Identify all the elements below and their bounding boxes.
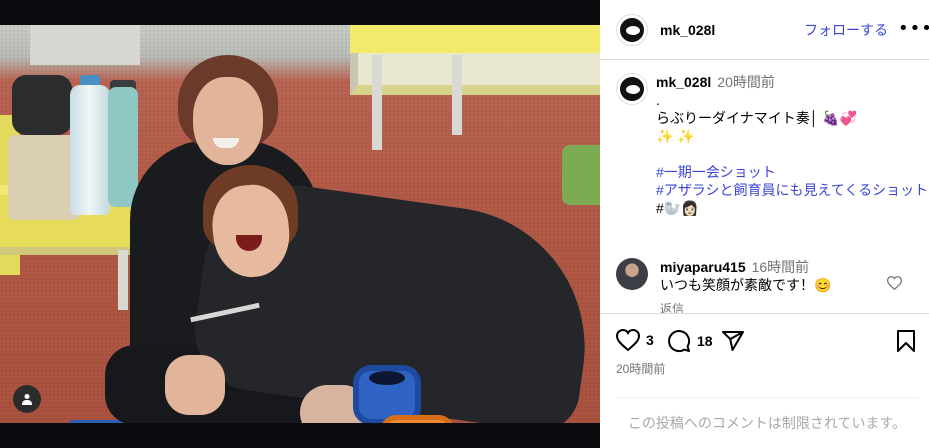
hashtag-1[interactable]: #一期一会ショット xyxy=(656,163,921,181)
commenter-username[interactable]: miyaparu415 xyxy=(660,259,746,275)
like-count: 3 xyxy=(646,332,654,348)
caption-username[interactable]: mk_028l xyxy=(656,74,711,90)
flask xyxy=(108,87,138,207)
reply-button[interactable]: 返信 xyxy=(660,300,684,313)
water-bottle xyxy=(70,85,110,215)
comment-time: 16時間前 xyxy=(751,259,810,275)
comment-like-heart-icon[interactable] xyxy=(887,276,902,290)
caption-line-1: らぶりーダイナマイト奏│ 🍇💞 xyxy=(656,110,858,126)
green-bag xyxy=(562,145,600,205)
background-equipment xyxy=(30,25,140,65)
caption-line-2: ✨ ✨ xyxy=(656,128,695,144)
author-username[interactable]: mk_028l xyxy=(660,22,715,38)
hashtag-3[interactable]: #🦭👩🏻 xyxy=(656,199,921,217)
post-header: mk_028l フォローする ••• xyxy=(600,0,929,60)
like-button[interactable]: 3 xyxy=(616,329,654,351)
caption-avatar[interactable] xyxy=(616,73,648,105)
post-time[interactable]: 20時間前 xyxy=(616,360,665,377)
more-icon[interactable]: ••• xyxy=(898,18,929,39)
save-button[interactable] xyxy=(896,329,916,353)
instagram-post-dialog: mk_028l フォローする ••• mk_028l 20時間前 . らぶりーダイ… xyxy=(0,0,929,448)
bookmark-icon xyxy=(897,330,915,352)
user-tag-icon xyxy=(22,394,32,405)
follow-button[interactable]: フォローする xyxy=(804,20,888,40)
caption-time: 20時間前 xyxy=(717,74,775,90)
orange-foam-roller xyxy=(380,415,455,423)
post-sidebar: mk_028l フォローする ••• mk_028l 20時間前 . らぶりーダイ… xyxy=(600,0,929,448)
comments-disabled-notice: この投稿へのコメントは制限されています。 xyxy=(616,397,918,448)
post-photo xyxy=(0,25,600,423)
commenter-avatar[interactable] xyxy=(616,258,648,290)
heart-icon xyxy=(616,329,640,351)
comment-icon xyxy=(668,330,691,353)
comment-text: いつも笑顔が素敵です！😊 xyxy=(660,277,832,293)
hashtag-2[interactable]: #アザラシと飼育員にも見えてくるショット xyxy=(656,181,928,199)
author-avatar[interactable] xyxy=(616,13,648,46)
caption-dot: . xyxy=(656,92,660,108)
face-back xyxy=(193,77,263,165)
comment-count: 18 xyxy=(697,333,713,349)
share-icon xyxy=(722,331,744,351)
backpack xyxy=(12,75,72,135)
comments-section: mk_028l 20時間前 . らぶりーダイナマイト奏│ 🍇💞 ✨ ✨ #一期一会… xyxy=(600,61,929,313)
action-bar: 3 18 20時間前 xyxy=(600,313,929,397)
user-tag-button[interactable] xyxy=(13,385,41,413)
post-media xyxy=(0,0,600,448)
comment-button[interactable]: 18 xyxy=(667,329,713,353)
share-button[interactable] xyxy=(721,329,745,353)
